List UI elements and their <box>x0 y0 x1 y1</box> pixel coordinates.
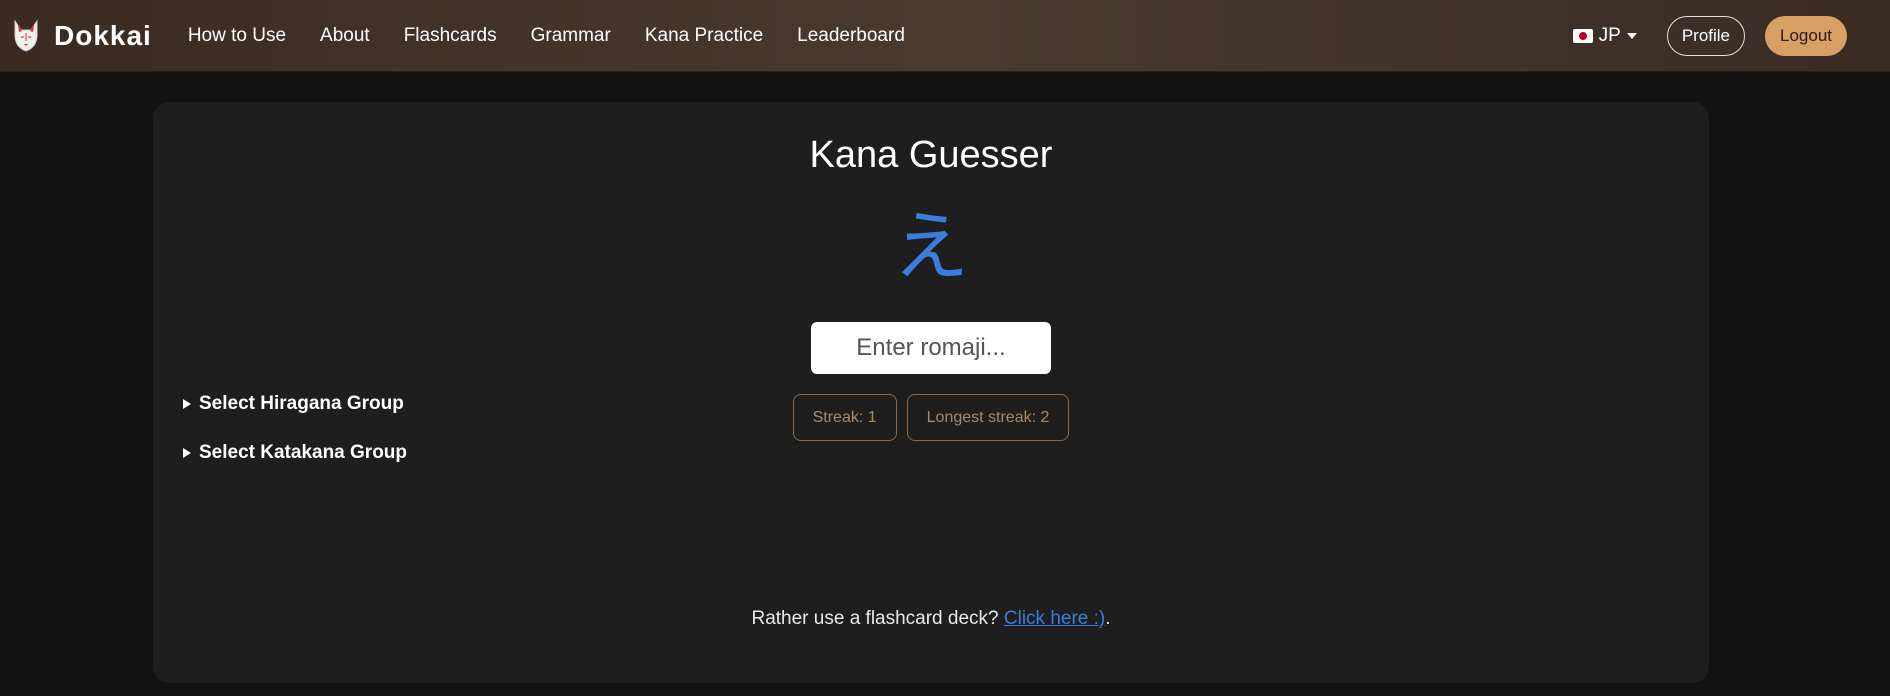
nav-link-how-to-use[interactable]: How to Use <box>188 25 286 47</box>
kana-character: え <box>893 202 969 291</box>
nav-right: JP Profile Logout <box>1572 0 1890 72</box>
brand-link[interactable]: Dokkai <box>12 18 152 53</box>
disclosure-triangle-icon <box>183 399 191 409</box>
romaji-input[interactable] <box>811 322 1051 374</box>
nav-link-flashcards[interactable]: Flashcards <box>404 25 497 47</box>
japan-flag-icon <box>1572 29 1593 43</box>
longest-streak-badge: Longest streak: 2 <box>906 394 1070 441</box>
disclosure-triangle-icon <box>183 448 191 458</box>
nav-link-grammar[interactable]: Grammar <box>531 25 611 47</box>
logout-button[interactable]: Logout <box>1765 16 1847 56</box>
hiragana-group-toggle[interactable]: Select Hiragana Group <box>183 393 404 415</box>
kana-guesser-card: Kana Guesser え Streak: 1 Longest streak:… <box>153 102 1709 683</box>
streak-badge: Streak: 1 <box>792 394 897 441</box>
nav-links: How to Use About Flashcards Grammar Kana… <box>188 25 939 47</box>
katakana-group-label: Select Katakana Group <box>199 442 408 463</box>
language-selector[interactable]: JP <box>1572 25 1637 47</box>
hiragana-group-label: Select Hiragana Group <box>199 393 404 414</box>
profile-button[interactable]: Profile <box>1666 16 1745 56</box>
caret-down-icon <box>1626 33 1637 39</box>
katakana-group-toggle[interactable]: Select Katakana Group <box>183 442 407 464</box>
language-label: JP <box>1598 25 1621 46</box>
flashcard-prompt: Rather use a flashcard deck? Click here … <box>153 608 1709 630</box>
flashcard-deck-link[interactable]: Click here :) <box>1004 608 1105 629</box>
top-navbar: Dokkai How to Use About Flashcards Gramm… <box>0 0 1890 72</box>
flashcard-prompt-text: Rather use a flashcard deck? <box>751 608 1004 629</box>
page-title: Kana Guesser <box>809 134 1053 176</box>
nav-link-about[interactable]: About <box>320 25 370 47</box>
flashcard-prompt-end: . <box>1105 608 1111 629</box>
nav-link-kana-practice[interactable]: Kana Practice <box>645 25 763 47</box>
nav-link-leaderboard[interactable]: Leaderboard <box>797 25 905 47</box>
fox-mask-icon <box>14 18 38 52</box>
brand-name: Dokkai <box>54 19 152 51</box>
